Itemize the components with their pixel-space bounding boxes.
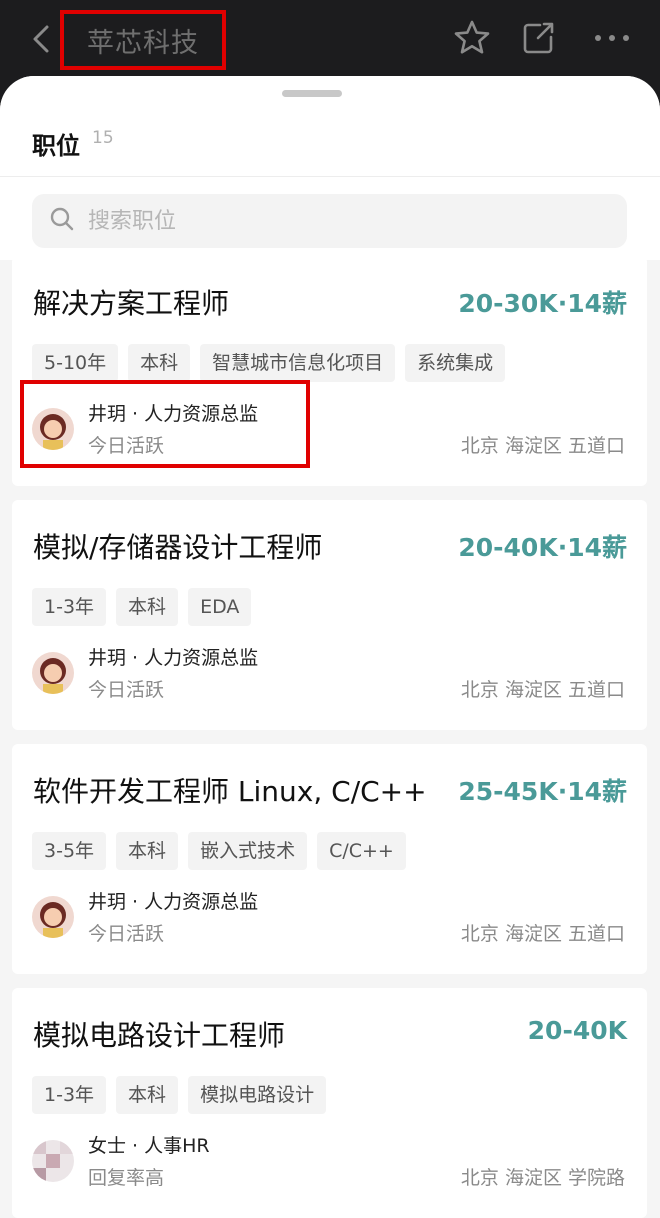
more-icon[interactable] <box>592 18 632 58</box>
job-location: 北京 海淀区 五道口 <box>460 435 625 457</box>
job-tag: 1-3年 <box>32 588 107 626</box>
positions-title: 职位 <box>32 132 80 160</box>
job-tag: 1-3年 <box>32 1076 107 1114</box>
share-icon[interactable] <box>518 18 558 58</box>
job-tag: 5-10年 <box>32 344 119 382</box>
back-icon[interactable] <box>26 22 56 56</box>
job-salary: 20-30K·14薪 <box>458 289 627 318</box>
recruiter-activity: 回复率高 <box>88 1167 165 1189</box>
drag-handle[interactable] <box>282 90 342 97</box>
job-title: 模拟电路设计工程师 <box>33 1019 286 1052</box>
recruiter-name: 女士 · 人事HR <box>88 1135 210 1157</box>
star-icon[interactable] <box>452 18 492 58</box>
recruiter-avatar <box>32 896 74 938</box>
job-tag: 本科 <box>116 832 179 870</box>
job-tag: EDA <box>188 588 252 626</box>
job-card[interactable]: 软件开发工程师 Linux, C/C++ 25-45K·14薪 3-5年 本科 … <box>12 744 647 974</box>
job-location: 北京 海淀区 五道口 <box>460 679 625 701</box>
highlight-box <box>20 380 310 468</box>
job-tag: 模拟电路设计 <box>188 1076 327 1114</box>
job-tag: 3-5年 <box>32 832 107 870</box>
recruiter-activity: 今日活跃 <box>88 923 165 945</box>
company-name: 苹芯科技 <box>60 10 226 70</box>
recruiter-avatar <box>32 1140 74 1182</box>
job-card[interactable]: 模拟/存储器设计工程师 20-40K·14薪 1-3年 本科 EDA 井玥 · … <box>12 500 647 730</box>
job-title: 模拟/存储器设计工程师 <box>33 531 323 564</box>
job-tag: 嵌入式技术 <box>188 832 308 870</box>
job-tag: 智慧城市信息化项目 <box>200 344 396 382</box>
recruiter-name: 井玥 · 人力资源总监 <box>88 891 259 913</box>
job-title: 软件开发工程师 Linux, C/C++ <box>33 775 427 808</box>
sheet-header: 职位 15 <box>0 76 660 260</box>
job-tag: 本科 <box>116 1076 179 1114</box>
job-card[interactable]: 模拟电路设计工程师 20-40K 1-3年 本科 模拟电路设计 女士 · 人事H… <box>12 988 647 1218</box>
recruiter-name: 井玥 · 人力资源总监 <box>88 647 259 669</box>
job-location: 北京 海淀区 五道口 <box>460 923 625 945</box>
positions-sheet: 职位 15 解决方案工程师 20-30K·14薪 5-10年 本科 智慧城市信息… <box>0 76 660 1218</box>
search-input[interactable] <box>88 208 568 234</box>
search-icon <box>50 207 74 235</box>
job-tags: 3-5年 本科 嵌入式技术 C/C++ <box>32 832 406 870</box>
job-tag: 本科 <box>116 588 179 626</box>
job-tag: 系统集成 <box>405 344 506 382</box>
job-location: 北京 海淀区 学院路 <box>460 1167 625 1189</box>
job-salary: 20-40K·14薪 <box>458 533 627 562</box>
job-tag: 本科 <box>128 344 191 382</box>
job-tag: C/C++ <box>317 832 406 870</box>
job-tags: 1-3年 本科 模拟电路设计 <box>32 1076 327 1114</box>
job-tags: 1-3年 本科 EDA <box>32 588 252 626</box>
job-salary: 20-40K <box>527 1016 627 1045</box>
positions-count: 15 <box>92 128 114 148</box>
job-title: 解决方案工程师 <box>33 287 230 320</box>
job-salary: 25-45K·14薪 <box>458 777 627 806</box>
search-bar[interactable] <box>32 194 627 248</box>
recruiter-activity: 今日活跃 <box>88 679 165 701</box>
divider <box>0 176 660 177</box>
recruiter-avatar <box>32 652 74 694</box>
job-tags: 5-10年 本科 智慧城市信息化项目 系统集成 <box>32 344 506 382</box>
